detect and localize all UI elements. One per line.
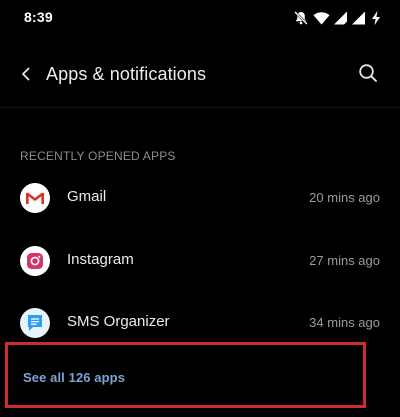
app-row-gmail[interactable]: Gmail 20 mins ago xyxy=(0,168,400,228)
app-name: SMS Organizer xyxy=(67,313,170,330)
signal-icon xyxy=(334,10,348,26)
app-name: Instagram xyxy=(67,251,134,268)
section-header: RECENTLY OPENED APPS xyxy=(20,149,176,163)
battery-charging-icon xyxy=(370,10,382,26)
status-bar: 8:39 xyxy=(0,0,400,36)
app-last-opened: 27 mins ago xyxy=(309,253,380,268)
back-button[interactable] xyxy=(12,62,40,90)
app-row-instagram[interactable]: Instagram 27 mins ago xyxy=(0,231,400,291)
app-last-opened: 34 mins ago xyxy=(309,315,380,330)
status-time: 8:39 xyxy=(24,9,53,25)
see-all-apps-link[interactable]: See all 126 apps xyxy=(23,370,125,385)
status-icons xyxy=(293,9,382,27)
mute-bell-icon xyxy=(293,10,309,26)
app-bar: Apps & notifications xyxy=(0,48,400,104)
gmail-icon xyxy=(20,183,50,213)
wifi-icon xyxy=(313,10,330,26)
instagram-icon xyxy=(20,246,50,276)
page-title: Apps & notifications xyxy=(46,64,207,84)
divider xyxy=(0,107,400,108)
search-icon xyxy=(358,63,378,88)
app-name: Gmail xyxy=(67,188,107,205)
sms-organizer-icon xyxy=(20,308,50,338)
chevron-left-icon xyxy=(19,66,33,87)
app-last-opened: 20 mins ago xyxy=(309,190,380,205)
signal-icon xyxy=(352,10,366,26)
search-button[interactable] xyxy=(354,61,382,89)
